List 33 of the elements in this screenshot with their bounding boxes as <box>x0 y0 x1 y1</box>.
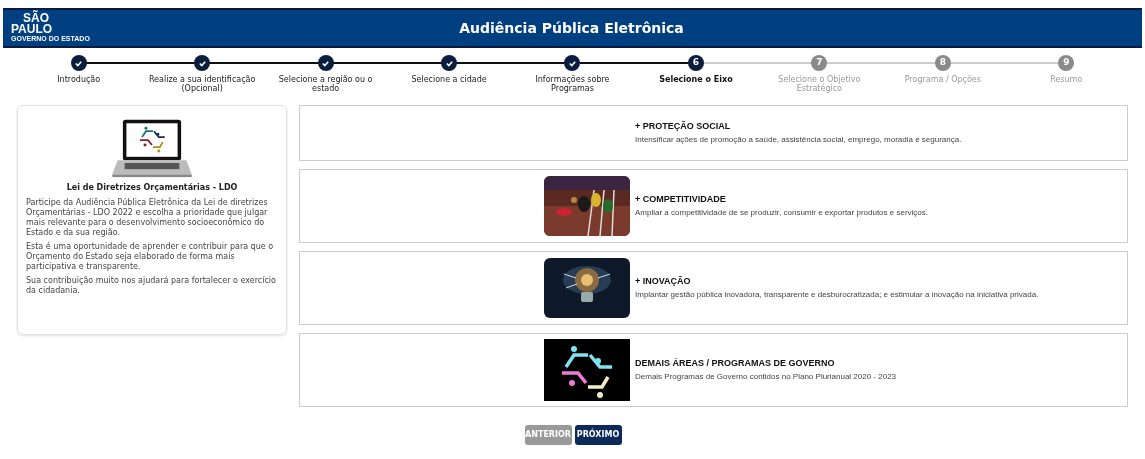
axis-description: Demais Programas de Governo contidos no Plano Plurianual 2020 - 2023 <box>635 370 897 383</box>
step-label: Informações sobre Programas <box>534 75 611 93</box>
step-number: 9 <box>1058 55 1075 71</box>
axis-description: Ampliar a competitividade de se produzir, consumir e exportar produtos e serviços. <box>635 206 929 219</box>
axis-title: + COMPETITIVIDADE <box>635 193 727 207</box>
step-label: Selecione o Objetivo Estratégico <box>777 75 862 93</box>
axis-description: Implantar gestão pública inovadora, transparente e desburocratizada; e estimular a inovação na iniciativa privada. <box>635 288 1039 301</box>
axis-title: DEMAIS ÁREAS / PROGRAMAS DE GOVERNO <box>635 357 836 371</box>
step-number: 7 <box>811 55 828 71</box>
step-number: 6 <box>687 55 704 71</box>
logo-text: PAULO <box>11 24 53 35</box>
axis-option-card[interactable]: + COMPETITIVIDADE Ampliar a competitividade de se produzir, consumir e exportar produtos e serviços. <box>299 169 1128 243</box>
step-label: Selecione a cidade <box>410 75 488 84</box>
axis-option-card[interactable]: + INOVAÇÃO Implantar gestão pública inovadora, transparente e desburocratizada; e estimular a inovação na iniciativa privada. <box>299 251 1128 325</box>
axis-option-card[interactable]: + PROTEÇÃO SOCIAL Intensificar ações de promoção a saúde, assistência social, emprego, moradia e segurança. <box>299 105 1128 161</box>
axis-title: + PROTEÇÃO SOCIAL <box>635 120 732 134</box>
axis-title: + INOVAÇÃO <box>635 275 692 289</box>
step-label: Realize a sua identificação (Opcional) <box>147 75 257 93</box>
step-label: Resumo <box>1049 75 1084 84</box>
step-label: Programa / Opções <box>903 75 982 84</box>
axis-description: Intensificar ações de promoção a saúde, assistência social, emprego, moradia e segurança. <box>635 133 962 146</box>
step-label: Selecione a região ou o estado <box>277 75 374 93</box>
step-label: Introdução <box>56 75 102 84</box>
info-paragraph: Participe da Audiência Pública Eletrônica da Lei de diretrizes Orçamentárias - LDO 2022 e escolha a prioridade que julgar mais relevante para o desenvolvimento socioeconômico do Estado e da sua região. <box>26 198 269 238</box>
axis-option-card[interactable]: DEMAIS ÁREAS / PROGRAMAS DE GOVERNO Demais Programas de Governo contidos no Plano Plurianual 2020 - 2023 <box>299 333 1128 407</box>
step-label: Selecione o Eixo <box>658 75 734 84</box>
program-logo-icon <box>544 339 630 401</box>
step-number: 8 <box>934 55 951 71</box>
info-paragraph: Sua contribuição muito nos ajudará para fortalecer o exercício da cidadania. <box>26 276 277 296</box>
page-title: Audiência Pública Eletrônica <box>458 18 685 38</box>
next-button[interactable]: PRÓXIMO <box>574 425 622 445</box>
info-paragraph: Esta é uma oportunidade de aprender e contribuir para que o Orçamento do Estado seja elaborado de forma mais participativa e transparente. <box>26 242 275 272</box>
info-title: Lei de Diretrizes Orçamentárias - LDO <box>65 182 239 194</box>
